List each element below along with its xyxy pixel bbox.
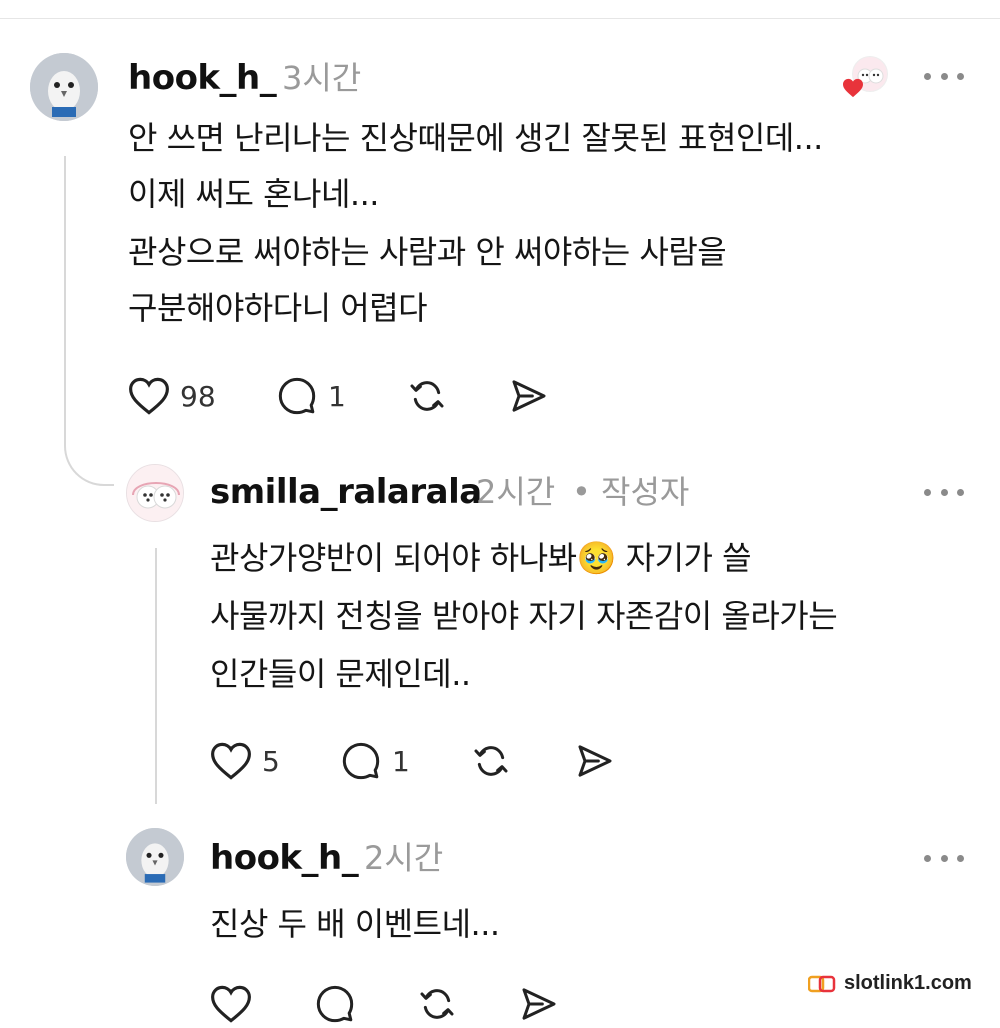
share-button[interactable] [574,741,616,781]
share-icon [578,745,612,777]
share-icon [512,380,546,412]
more-icon[interactable] [924,66,964,86]
reply-button[interactable]: 1 [276,376,346,416]
comment-line: 구분해야하다니 어렵다 [128,289,428,327]
comment-username[interactable]: smilla_ralarala [210,472,482,512]
heart-icon [129,377,169,415]
comment-line: 진상 두 배 이벤트네... [210,905,500,943]
thread-line [64,156,66,446]
more-icon[interactable] [924,482,964,502]
share-button[interactable] [508,376,550,416]
link-logo-icon [808,975,836,992]
comment-username[interactable]: hook_h_ [210,838,359,878]
watermark: slotlink1.com [808,972,972,995]
thread-line [155,548,157,804]
comment-icon [278,377,316,415]
repost-button[interactable] [470,741,512,781]
comment-line: 인간들이 문제인데.. [210,655,471,693]
comment-text: 관상가양반이 되어야 하나봐 [210,539,577,577]
top-divider [0,18,1000,19]
heart-icon [211,985,251,1023]
comment-icon [342,742,380,780]
reply-count: 1 [328,379,346,413]
heart-icon [211,742,251,780]
like-button[interactable]: 5 [210,741,280,781]
watermark-text: slotlink1.com [844,972,972,994]
reply-button[interactable] [314,984,356,1024]
comment-time: 2시간 [476,473,556,511]
like-button[interactable] [210,984,252,1024]
thread-curve [64,440,114,486]
parrot-avatar-icon [30,53,98,121]
reply-button[interactable]: 1 [340,741,410,781]
avatar[interactable] [126,828,184,886]
share-icon [522,988,556,1020]
repost-button[interactable] [416,984,458,1024]
share-button[interactable] [518,984,560,1024]
author-liked-badge [842,56,890,100]
comment-icon [316,985,354,1023]
avatar[interactable] [30,53,98,121]
like-count: 5 [262,744,280,778]
like-count: 98 [180,379,216,413]
repost-icon [474,746,508,776]
repost-button[interactable] [406,376,448,416]
comment-time: 2시간 [364,839,444,877]
more-icon[interactable] [924,848,964,868]
repost-icon [410,381,444,411]
comment-time: 3시간 [282,59,362,97]
parrot-avatar-icon [126,828,184,886]
comment-username[interactable]: hook_h_ [128,58,277,98]
pleading-emoji-icon: 🥹 [576,539,617,577]
like-button[interactable]: 98 [128,376,216,416]
heart-filled-icon [843,78,863,98]
dogs-avatar-icon [127,465,183,521]
comment-text: 자기가 쓸 [615,539,752,577]
author-badge: • 작성자 [572,473,690,511]
reply-count: 1 [392,744,410,778]
avatar[interactable] [126,464,184,522]
repost-icon [420,989,454,1019]
